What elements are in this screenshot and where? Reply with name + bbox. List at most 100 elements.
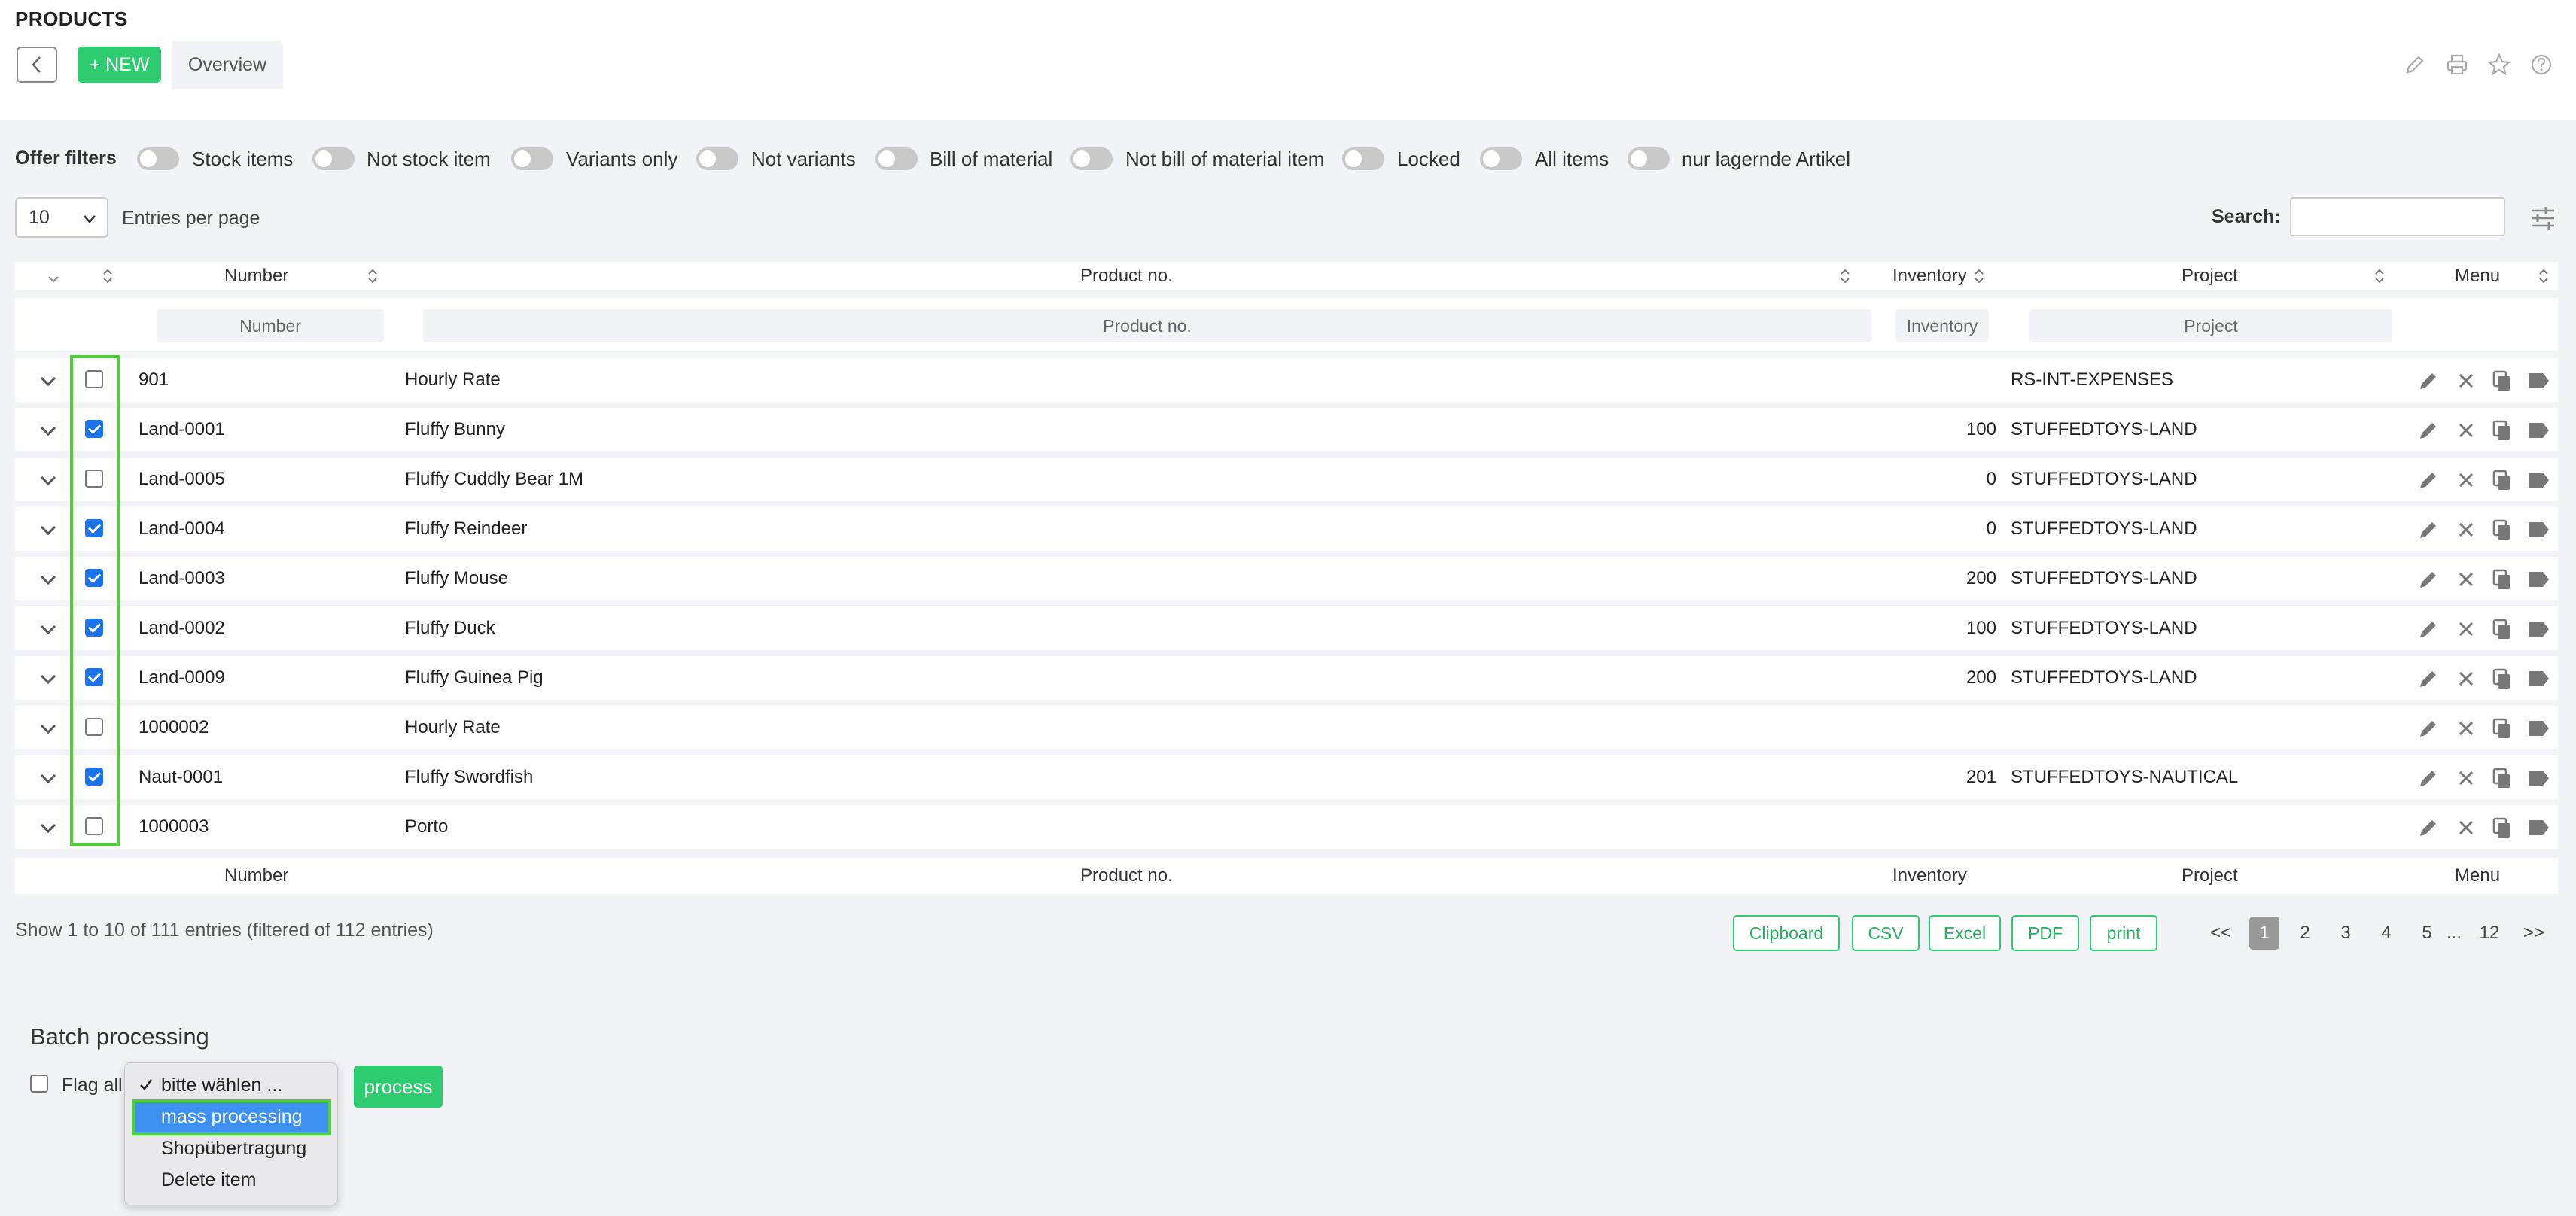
- sort-icon[interactable]: [102, 268, 113, 284]
- copy-icon[interactable]: [2490, 816, 2514, 840]
- sort-icon[interactable]: [2538, 268, 2549, 284]
- toggle-all-items[interactable]: [1480, 147, 1522, 170]
- toggle-not-bill-of-material-item[interactable]: [1070, 147, 1113, 170]
- chevron-down-icon[interactable]: [38, 718, 59, 739]
- filter-inventory-input[interactable]: Inventory: [1895, 309, 1989, 342]
- toggle-variants-only[interactable]: [511, 147, 553, 170]
- header-project[interactable]: Project: [2182, 262, 2238, 290]
- star-icon[interactable]: [2486, 51, 2513, 78]
- edit-icon[interactable]: [2416, 716, 2441, 740]
- copy-icon[interactable]: [2490, 468, 2514, 492]
- excel-button[interactable]: Excel: [1929, 915, 2001, 951]
- edit-icon[interactable]: [2416, 766, 2441, 790]
- edit-icon[interactable]: [2416, 518, 2441, 542]
- dropdown-option-bitte-waehlen[interactable]: bitte wählen ...: [161, 1075, 282, 1096]
- delete-icon[interactable]: [2454, 518, 2478, 542]
- dropdown-option-delete-item[interactable]: Delete item: [161, 1169, 256, 1191]
- toggle-nur-lagernde-artikel[interactable]: [1628, 147, 1670, 170]
- copy-icon[interactable]: [2490, 716, 2514, 740]
- delete-icon[interactable]: [2454, 418, 2478, 442]
- tag-icon[interactable]: [2526, 567, 2550, 591]
- toggle-stock-items[interactable]: [137, 147, 179, 170]
- edit-icon[interactable]: [2416, 667, 2441, 691]
- header-product-no[interactable]: Product no.: [1080, 262, 1173, 290]
- search-input[interactable]: [2290, 197, 2505, 236]
- clipboard-button[interactable]: Clipboard: [1733, 915, 1840, 951]
- delete-icon[interactable]: [2454, 816, 2478, 840]
- tag-icon[interactable]: [2526, 716, 2550, 740]
- print-icon[interactable]: [2444, 51, 2471, 78]
- copy-icon[interactable]: [2490, 369, 2514, 393]
- pagination-page-4[interactable]: 4: [2371, 917, 2401, 950]
- header-inventory[interactable]: Inventory: [1892, 262, 1967, 290]
- new-button[interactable]: + NEW: [78, 47, 161, 83]
- csv-button[interactable]: CSV: [1852, 915, 1920, 951]
- tag-icon[interactable]: [2526, 816, 2550, 840]
- pagination-prev[interactable]: <<: [2206, 917, 2236, 950]
- delete-icon[interactable]: [2454, 667, 2478, 691]
- chevron-down-icon[interactable]: [38, 569, 59, 590]
- filter-project-input[interactable]: Project: [2029, 309, 2392, 342]
- delete-icon[interactable]: [2454, 617, 2478, 641]
- toggle-not-variants[interactable]: [696, 147, 738, 170]
- chevron-down-icon[interactable]: [38, 817, 59, 838]
- chevron-down-icon[interactable]: [38, 470, 59, 491]
- copy-icon[interactable]: [2490, 567, 2514, 591]
- copy-icon[interactable]: [2490, 418, 2514, 442]
- delete-icon[interactable]: [2454, 369, 2478, 393]
- edit-icon[interactable]: [2416, 418, 2441, 442]
- chevron-down-icon[interactable]: [38, 420, 59, 441]
- filter-product-input[interactable]: Product no.: [423, 309, 1871, 342]
- pagination-page-2[interactable]: 2: [2290, 917, 2320, 950]
- filter-number-input[interactable]: Number: [157, 309, 384, 342]
- dropdown-option-shopuebertragung[interactable]: Shopübertragung: [161, 1138, 306, 1160]
- delete-icon[interactable]: [2454, 716, 2478, 740]
- tag-icon[interactable]: [2526, 518, 2550, 542]
- sort-icon[interactable]: [367, 268, 378, 284]
- chevron-down-icon[interactable]: [38, 668, 59, 689]
- pagination-page-1[interactable]: 1: [2249, 917, 2279, 950]
- tag-icon[interactable]: [2526, 766, 2550, 790]
- print-button[interactable]: print: [2090, 915, 2157, 951]
- chevron-down-icon[interactable]: [38, 619, 59, 640]
- edit-icon[interactable]: [2416, 567, 2441, 591]
- pagination-next[interactable]: >>: [2519, 917, 2549, 950]
- pdf-button[interactable]: PDF: [2011, 915, 2079, 951]
- sort-icon[interactable]: [1840, 268, 1850, 284]
- tag-icon[interactable]: [2526, 617, 2550, 641]
- toggle-locked[interactable]: [1342, 147, 1384, 170]
- pagination-page-12[interactable]: 12: [2469, 917, 2510, 950]
- copy-icon[interactable]: [2490, 518, 2514, 542]
- pagination-page-5[interactable]: 5: [2412, 917, 2442, 950]
- edit-icon[interactable]: [2416, 369, 2441, 393]
- back-button[interactable]: [17, 47, 57, 83]
- entries-per-page-select[interactable]: 10: [15, 197, 108, 238]
- copy-icon[interactable]: [2490, 617, 2514, 641]
- toggle-not-stock-item[interactable]: [312, 147, 355, 170]
- sort-icon[interactable]: [1974, 268, 1984, 284]
- column-settings-icon[interactable]: [2529, 205, 2556, 232]
- edit-icon[interactable]: [2401, 51, 2428, 78]
- tab-overview[interactable]: Overview: [172, 41, 283, 89]
- tag-icon[interactable]: [2526, 418, 2550, 442]
- batch-action-dropdown[interactable]: bitte wählen ... mass processing Shopübe…: [124, 1062, 338, 1205]
- delete-icon[interactable]: [2454, 468, 2478, 492]
- tag-icon[interactable]: [2526, 667, 2550, 691]
- toggle-bill-of-material[interactable]: [875, 147, 918, 170]
- copy-icon[interactable]: [2490, 667, 2514, 691]
- edit-icon[interactable]: [2416, 468, 2441, 492]
- chevron-down-icon[interactable]: [38, 370, 59, 391]
- chevron-down-icon[interactable]: [38, 768, 59, 789]
- process-button[interactable]: process: [354, 1066, 443, 1108]
- tag-icon[interactable]: [2526, 468, 2550, 492]
- expand-all-icon[interactable]: [45, 269, 62, 286]
- edit-icon[interactable]: [2416, 816, 2441, 840]
- pagination-page-3[interactable]: 3: [2331, 917, 2361, 950]
- delete-icon[interactable]: [2454, 766, 2478, 790]
- copy-icon[interactable]: [2490, 766, 2514, 790]
- flag-all-checkbox[interactable]: [30, 1075, 48, 1093]
- help-icon[interactable]: [2528, 51, 2555, 78]
- sort-icon[interactable]: [2374, 268, 2385, 284]
- tag-icon[interactable]: [2526, 369, 2550, 393]
- chevron-down-icon[interactable]: [38, 519, 59, 540]
